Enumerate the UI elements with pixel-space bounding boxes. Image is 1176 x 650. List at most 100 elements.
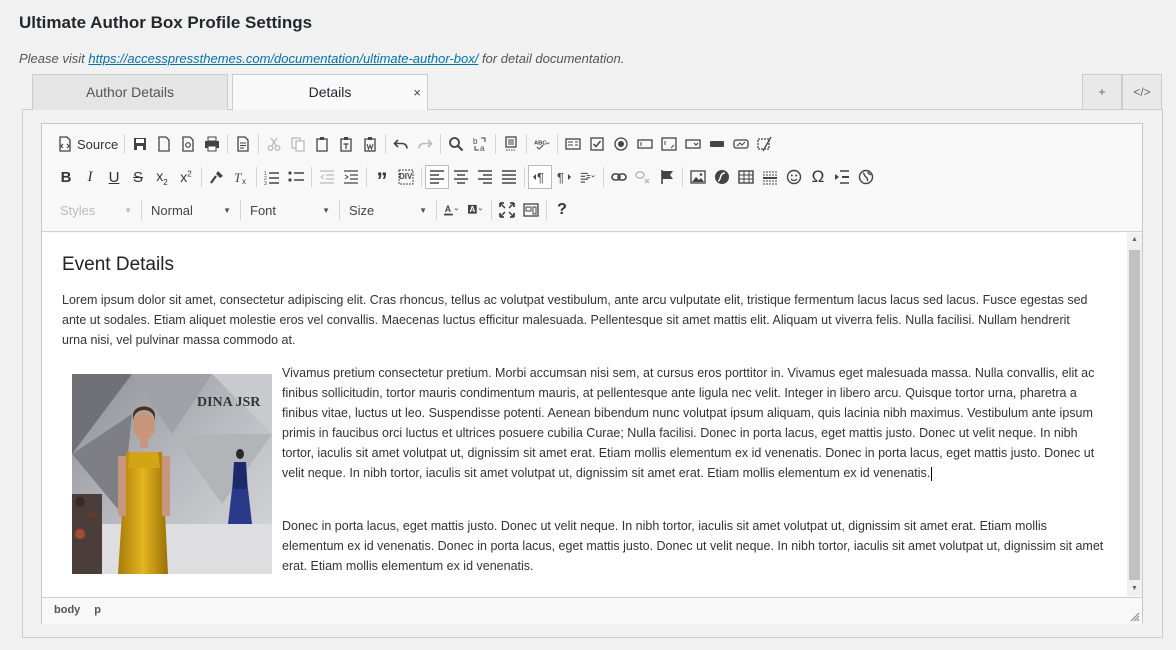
italic-button[interactable]: I (78, 165, 102, 189)
language-button[interactable] (576, 165, 600, 189)
documentation-link[interactable]: https://accesspressthemes.com/documentat… (88, 51, 478, 66)
text-direction-rtl-button[interactable]: ¶ (552, 165, 576, 189)
table-button[interactable] (734, 165, 758, 189)
underline-button[interactable]: U (102, 165, 126, 189)
iframe-button[interactable] (854, 165, 878, 189)
scroll-up-icon[interactable]: ▲ (1127, 233, 1142, 247)
code-view-button[interactable]: </> (1122, 74, 1162, 110)
align-center-icon (454, 170, 468, 184)
save-button[interactable] (128, 132, 152, 156)
background-color-button[interactable]: A (464, 198, 488, 222)
text-field-button[interactable] (633, 132, 657, 156)
editor-content[interactable]: Event Details Lorem ipsum dolor sit amet… (42, 233, 1128, 596)
page-break-button[interactable] (830, 165, 854, 189)
toolbar-separator (436, 200, 437, 220)
link-button[interactable] (607, 165, 631, 189)
redo-button[interactable] (413, 132, 437, 156)
strikethrough-button[interactable]: S (126, 165, 150, 189)
replace-button[interactable]: ba (468, 132, 492, 156)
toolbar-separator (124, 134, 126, 154)
page-title: Ultimate Author Box Profile Settings (19, 13, 313, 32)
copy-button[interactable] (286, 132, 310, 156)
size-value: Size (349, 202, 375, 218)
preview-button[interactable] (176, 132, 200, 156)
hidden-field-button[interactable] (753, 132, 777, 156)
bulleted-list-button[interactable] (284, 165, 308, 189)
print-button[interactable] (200, 132, 224, 156)
italic-icon: I (87, 168, 93, 185)
size-dropdown[interactable]: Size ▼ (343, 198, 433, 222)
scroll-down-icon[interactable]: ▼ (1127, 582, 1142, 596)
source-button[interactable]: Source (54, 132, 121, 156)
font-dropdown[interactable]: Font ▼ (244, 198, 336, 222)
templates-button[interactable] (231, 132, 255, 156)
form-button[interactable] (561, 132, 585, 156)
image-button-field-button[interactable] (729, 132, 753, 156)
numbered-list-button[interactable]: 123 (260, 165, 284, 189)
chevron-down-icon: ▼ (419, 205, 427, 215)
toolbar-separator (440, 134, 442, 154)
toolbar-separator (526, 134, 528, 154)
paste-word-button[interactable] (358, 132, 382, 156)
cut-button[interactable] (262, 132, 286, 156)
textarea-button[interactable] (657, 132, 681, 156)
resize-handle-icon[interactable] (1130, 612, 1140, 622)
editor-scrollbar[interactable]: ▲ ▼ (1127, 233, 1142, 596)
horizontal-rule-button[interactable] (758, 165, 782, 189)
find-button[interactable] (444, 132, 468, 156)
scroll-thumb[interactable] (1129, 250, 1140, 580)
maximize-button[interactable] (495, 198, 519, 222)
anchor-button[interactable] (655, 165, 679, 189)
div-icon: DIV (398, 169, 414, 185)
outdent-button[interactable] (315, 165, 339, 189)
content-paragraph: Lorem ipsum dolor sit amet, consectetur … (62, 293, 1088, 347)
path-item-body[interactable]: body (54, 604, 80, 616)
special-char-button[interactable]: Ω (806, 165, 830, 189)
show-blocks-button[interactable] (519, 198, 543, 222)
paste-text-button[interactable] (334, 132, 358, 156)
text-color-button[interactable]: A (440, 198, 464, 222)
div-container-button[interactable]: DIV (394, 165, 418, 189)
justify-button[interactable] (497, 165, 521, 189)
button-field-button[interactable] (705, 132, 729, 156)
paintbrush-icon (210, 171, 223, 184)
flash-button[interactable] (710, 165, 734, 189)
align-left-button[interactable] (425, 165, 449, 189)
toolbar-separator (524, 167, 525, 187)
save-icon (134, 138, 147, 150)
tab-author-details[interactable]: Author Details (32, 74, 228, 110)
select-all-button[interactable] (499, 132, 523, 156)
close-icon[interactable]: × (413, 75, 421, 110)
indent-button[interactable] (339, 165, 363, 189)
format-dropdown[interactable]: Normal ▼ (145, 198, 237, 222)
new-page-button[interactable] (152, 132, 176, 156)
element-path: body p (54, 604, 101, 616)
select-field-button[interactable] (681, 132, 705, 156)
paste-button[interactable] (310, 132, 334, 156)
radio-button[interactable] (609, 132, 633, 156)
styles-dropdown[interactable]: Styles ▼ (54, 198, 138, 222)
bold-button[interactable]: B (54, 165, 78, 189)
tab-details[interactable]: Details × (232, 74, 428, 111)
align-center-button[interactable] (449, 165, 473, 189)
help-button[interactable]: ? (550, 198, 574, 222)
spellcheck-button[interactable]: ABC (530, 132, 554, 156)
align-right-button[interactable] (473, 165, 497, 189)
copy-format-button[interactable] (205, 165, 229, 189)
language-icon (580, 172, 595, 183)
blockquote-button[interactable]: ” (370, 165, 394, 192)
checkbox-button[interactable] (585, 132, 609, 156)
remove-format-button[interactable]: Tx (229, 165, 253, 189)
fashion-photo[interactable]: DINA JSR (72, 374, 272, 574)
undo-button[interactable] (389, 132, 413, 156)
subscript-button[interactable]: x2 (150, 165, 174, 189)
add-tab-button[interactable]: + (1082, 74, 1122, 110)
superscript-button[interactable]: x2 (174, 165, 198, 189)
smiley-button[interactable] (782, 165, 806, 189)
flash-icon (715, 170, 729, 184)
unlink-button[interactable] (631, 165, 655, 189)
image-button[interactable] (686, 165, 710, 189)
toolbar-separator (240, 200, 241, 220)
path-item-p[interactable]: p (94, 604, 101, 616)
text-direction-ltr-button[interactable]: ¶ (528, 165, 552, 189)
